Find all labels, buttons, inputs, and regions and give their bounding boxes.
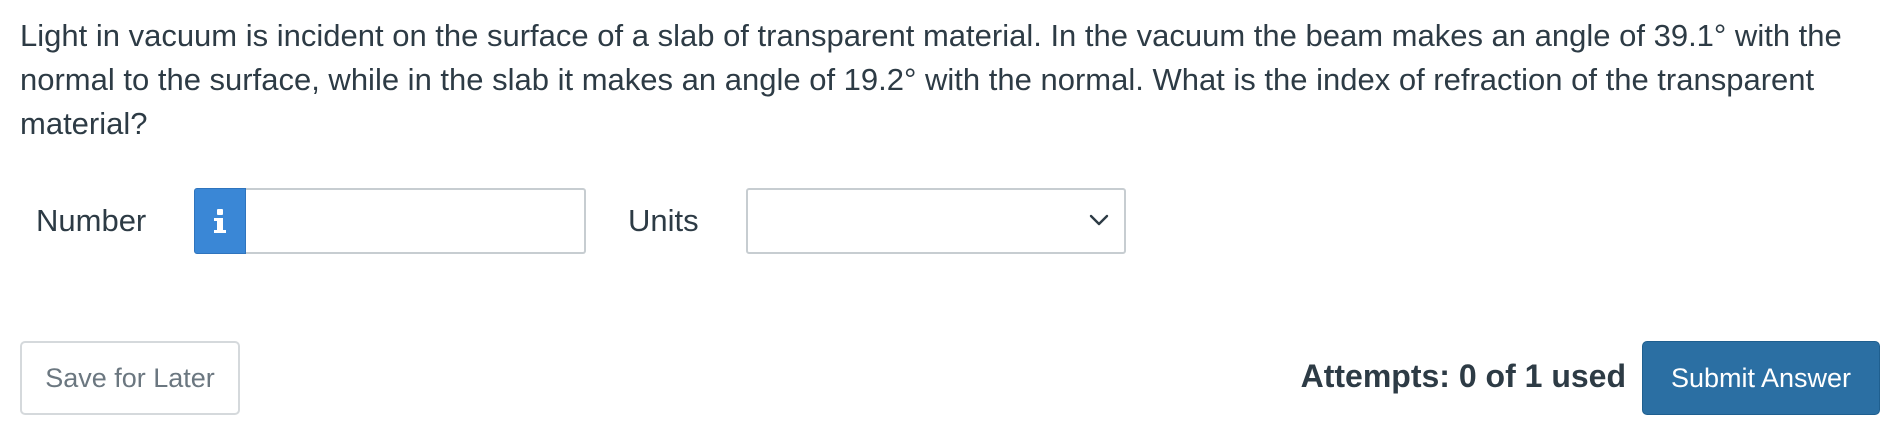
answer-row: Number Units	[0, 188, 1200, 254]
units-select[interactable]	[746, 188, 1126, 254]
attempts-counter: Attempts: 0 of 1 used	[1300, 358, 1626, 394]
info-button[interactable]	[194, 188, 246, 254]
chevron-down-icon	[1088, 212, 1110, 228]
submit-answer-button[interactable]: Submit Answer	[1642, 341, 1880, 415]
number-label: Number	[36, 203, 147, 238]
save-for-later-button[interactable]: Save for Later	[20, 341, 240, 415]
units-label: Units	[628, 203, 699, 238]
info-icon	[213, 208, 227, 234]
number-input[interactable]	[246, 188, 586, 254]
question-text: Light in vacuum is incident on the surfa…	[20, 18, 1842, 141]
